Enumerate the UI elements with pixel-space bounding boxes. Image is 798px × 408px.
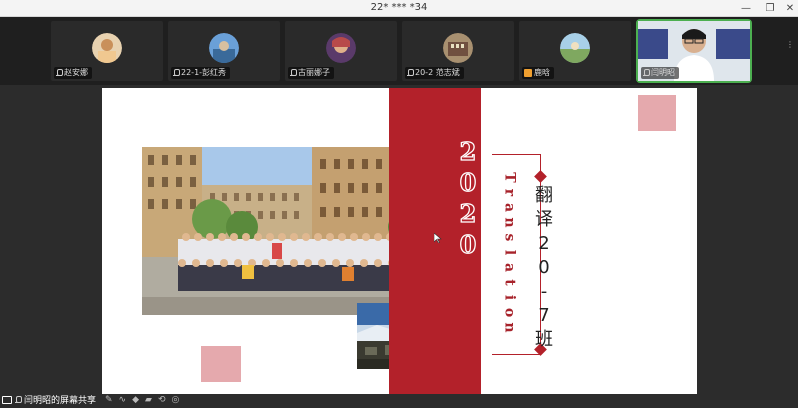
window-title-bar: 22* *** *34 — ❐ ✕ [0,0,798,17]
participant-tile[interactable]: 鹿晗 [519,21,631,81]
wave-icon[interactable]: ∿ [119,395,127,405]
frame-line [492,354,540,355]
user-icon [524,69,532,77]
cursor-icon [434,233,442,243]
annotation-toolbar: ✎ ∿ ◆ ▰ ⟲ ◎ [105,393,179,406]
year-digit: 0 [459,167,477,197]
settings-icon[interactable]: ◎ [171,395,179,405]
undo-icon[interactable]: ⟲ [158,395,166,405]
participant-name: 鹿晗 [534,68,550,77]
participant-tile[interactable]: 20-2 范志斌 [402,21,514,81]
participant-name: 闫明昭 [651,68,675,77]
screen-icon [2,395,12,404]
avatar [560,33,590,63]
screen-share-indicator: 闫明昭的屏幕共享 [2,393,96,406]
frame-line [492,154,540,155]
participant-name: 古丽娜子 [298,68,330,77]
decorative-square [638,95,676,131]
participant-tile[interactable]: 赵安娜 [51,21,163,81]
class-name-text: 翻 译 2 0 - 7 班 [532,184,556,352]
pin-icon[interactable]: ⋮ [786,40,794,52]
year-digit: 2 [459,198,477,228]
mic-icon [290,69,297,77]
maximize-button[interactable]: ❐ [759,0,781,17]
avatar [209,33,239,63]
class-group-photo [142,147,420,315]
minimize-button[interactable]: — [735,0,757,17]
participant-name: 20-2 范志斌 [415,68,460,77]
mic-icon [173,69,180,77]
year-digit: 0 [459,229,477,259]
pointer-icon[interactable]: ◆ [132,395,139,405]
class-char: 7 [538,305,550,326]
letter: n [501,322,518,333]
participant-tile[interactable]: 古丽娜子 [285,21,397,81]
class-char: 班 [535,329,553,350]
window-title: 22* *** *34 [370,2,428,13]
participant-name: 22-1-彭红秀 [181,68,227,77]
year-digit: 2 [459,136,477,166]
avatar [326,33,356,63]
diamond-ornament [534,170,547,183]
class-char: 0 [538,257,550,278]
decorative-square [201,346,241,382]
presentation-slide: 2 0 2 0 T r a n s l a t i o n 翻 译 2 0 - … [102,88,697,394]
mic-icon [643,69,650,77]
class-char: 2 [538,233,550,254]
class-char: 翻 [535,185,553,206]
participant-strip: 赵安娜 22-1-彭红秀 古丽娜子 20-2 范志斌 鹿晗 闫明昭 ⋮ [0,17,798,85]
avatar [443,33,473,63]
mic-icon [15,395,22,404]
participant-name: 赵安娜 [64,68,88,77]
share-label-text: 闫明昭的屏幕共享 [24,396,97,406]
class-char: 译 [535,209,553,230]
eraser-icon[interactable]: ▰ [145,395,152,405]
active-participant-tile[interactable]: 闫明昭 [636,19,752,83]
mic-icon [56,69,63,77]
close-button[interactable]: ✕ [779,0,798,17]
translation-vertical-text: T r a n s l a t i o n [499,170,519,335]
pen-icon[interactable]: ✎ [105,395,113,405]
class-char: - [540,281,548,302]
shared-screen: 2 0 2 0 T r a n s l a t i o n 翻 译 2 0 - … [0,85,798,408]
avatar [92,33,122,63]
year-text: 2 0 2 0 [456,136,480,260]
mic-icon [407,69,414,77]
participant-tile[interactable]: 22-1-彭红秀 [168,21,280,81]
